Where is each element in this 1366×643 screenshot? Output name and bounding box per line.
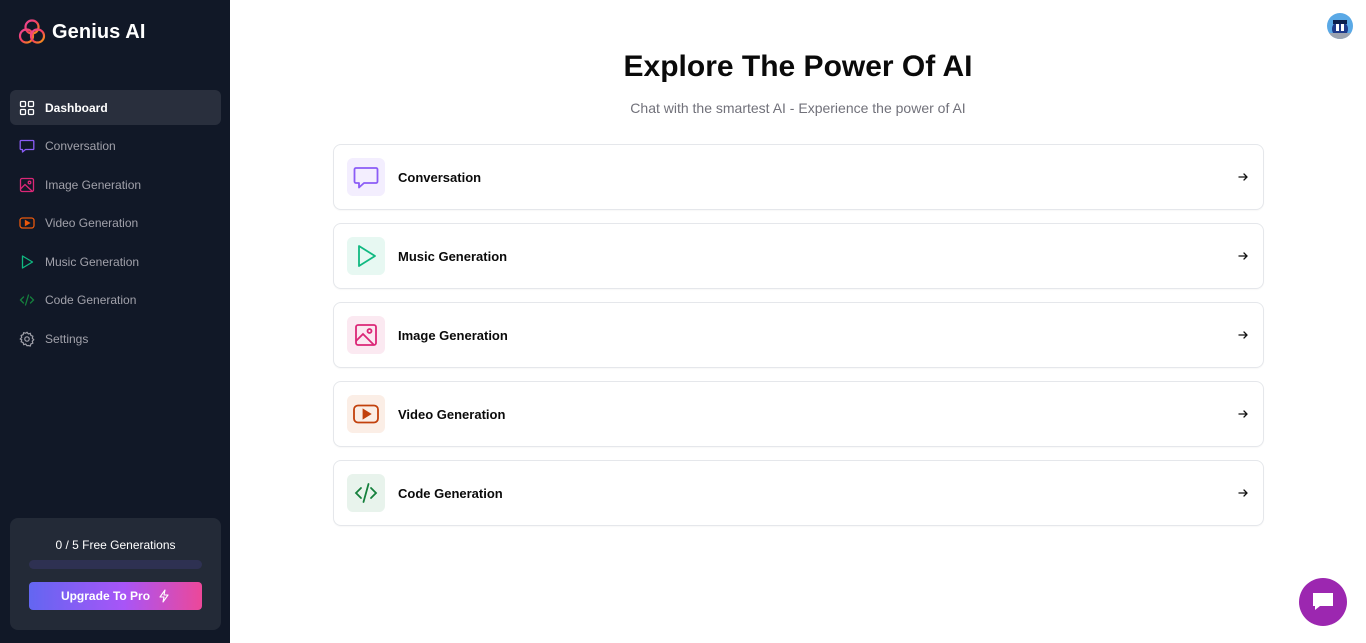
arrow-right-icon: [1236, 170, 1250, 184]
page-subtitle: Chat with the smartest AI - Experience t…: [630, 100, 966, 116]
code-icon: [353, 480, 379, 506]
tool-icon-container: [347, 316, 385, 354]
video-icon: [19, 215, 35, 231]
free-generations-card: 0 / 5 Free Generations Upgrade To Pro: [10, 518, 221, 630]
tool-icon-container: [347, 395, 385, 433]
tool-card-code-generation[interactable]: Code Generation: [333, 460, 1264, 526]
sidebar-item-label: Dashboard: [45, 100, 108, 115]
brand-logo-link[interactable]: Genius AI: [18, 18, 146, 46]
app-root: Genius AI Dashboard Conversation Image G…: [0, 0, 1366, 643]
sidebar-item-conversation[interactable]: Conversation: [10, 129, 221, 164]
sidebar-item-dashboard[interactable]: Dashboard: [10, 90, 221, 125]
code-icon: [19, 292, 35, 308]
arrow-right-icon: [1236, 407, 1250, 421]
sidebar-item-video-generation[interactable]: Video Generation: [10, 206, 221, 241]
video-icon: [352, 400, 380, 428]
sidebar-item-code-generation[interactable]: Code Generation: [10, 283, 221, 318]
image-icon: [353, 322, 379, 348]
play-icon: [19, 254, 35, 270]
upgrade-button-label: Upgrade To Pro: [60, 589, 151, 603]
tool-icon-container: [347, 474, 385, 512]
message-square-icon: [352, 163, 380, 191]
sidebar-item-label: Video Generation: [45, 216, 139, 230]
play-icon: [353, 243, 379, 269]
settings-icon: [19, 330, 35, 347]
sidebar-item-label: Code Generation: [45, 293, 137, 307]
logo-icon: [18, 18, 46, 46]
zap-icon: [158, 589, 170, 603]
tools-list: Conversation Music Generation Image Gene…: [333, 144, 1264, 539]
tool-icon-container: [347, 237, 385, 275]
sidebar-item-label: Conversation: [45, 139, 116, 153]
arrow-right-icon: [1236, 328, 1250, 342]
tool-label: Code Generation: [398, 485, 503, 501]
free-generations-progress: [29, 560, 202, 569]
user-avatar[interactable]: [1327, 13, 1353, 39]
arrow-right-icon: [1236, 486, 1250, 500]
chat-support-button[interactable]: [1299, 578, 1347, 626]
tool-card-music-generation[interactable]: Music Generation: [333, 223, 1264, 289]
tool-label: Video Generation: [398, 406, 506, 422]
tool-label: Image Generation: [398, 327, 508, 343]
tool-card-image-generation[interactable]: Image Generation: [333, 302, 1264, 368]
sidebar-item-label: Music Generation: [45, 254, 140, 269]
tool-label: Music Generation: [398, 248, 508, 264]
tool-card-conversation[interactable]: Conversation: [333, 144, 1264, 210]
sidebar-item-settings[interactable]: Settings: [10, 321, 221, 356]
tool-icon-container: [347, 158, 385, 196]
page-title: Explore The Power Of AI: [623, 50, 973, 83]
sidebar-nav: Dashboard Conversation Image Generation …: [10, 90, 221, 360]
arrow-right-icon: [1236, 249, 1250, 263]
sidebar-item-label: Settings: [45, 331, 89, 346]
sidebar: Genius AI Dashboard Conversation Image G…: [0, 0, 230, 643]
sidebar-item-music-generation[interactable]: Music Generation: [10, 244, 221, 279]
chat-bubble-icon: [1311, 591, 1335, 613]
sidebar-item-image-generation[interactable]: Image Generation: [10, 167, 221, 202]
free-generations-counter: 0 / 5 Free Generations: [55, 538, 176, 552]
message-square-icon: [19, 138, 35, 154]
sidebar-item-label: Image Generation: [45, 177, 142, 192]
main-content: Explore The Power Of AI Chat with the sm…: [230, 0, 1366, 643]
tool-card-video-generation[interactable]: Video Generation: [333, 381, 1264, 447]
upgrade-to-pro-button[interactable]: Upgrade To Pro: [29, 582, 202, 610]
brand-title: Genius AI: [52, 20, 146, 43]
image-icon: [19, 177, 35, 193]
tool-label: Conversation: [398, 169, 482, 185]
dashboard-icon: [19, 100, 35, 116]
